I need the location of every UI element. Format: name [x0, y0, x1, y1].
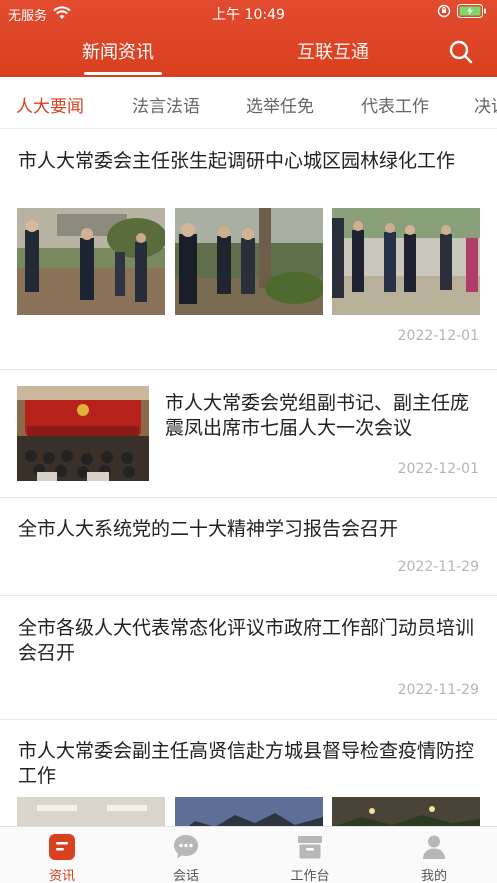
news-photo[interactable]	[17, 797, 165, 826]
active-tab-indicator	[84, 72, 162, 75]
news-date: 2022-12-01	[397, 328, 479, 344]
news-photo[interactable]	[332, 208, 480, 315]
battery-icon	[457, 4, 487, 22]
divider	[0, 369, 497, 370]
category-tab-law[interactable]: 法言法语	[132, 92, 200, 117]
orientation-lock-icon	[437, 4, 451, 22]
bottom-tab-label: 资讯	[48, 869, 75, 883]
divider	[0, 719, 497, 720]
news-title[interactable]: 市人大常委会主任张生起调研中心城区园林绿化工作	[18, 149, 480, 174]
news-feed[interactable]: 市人大常委会主任张生起调研中心城区园林绿化工作 2022-12-01 市人大常委…	[0, 129, 497, 826]
category-tab-deputy[interactable]: 代表工作	[361, 92, 429, 117]
news-photo[interactable]	[17, 208, 165, 315]
news-photo[interactable]	[332, 797, 480, 826]
news-date: 2022-11-29	[397, 682, 479, 698]
news-title[interactable]: 全市人大系统党的二十大精神学习报告会召开	[18, 517, 480, 542]
workbench-icon	[296, 833, 324, 861]
bottom-tab-profile[interactable]: 我的	[372, 831, 496, 883]
app-header: 无服务 上午 10:49 新闻资讯 互联互通	[0, 0, 497, 77]
news-date: 2022-12-01	[397, 461, 479, 477]
news-title[interactable]: 市人大常委会副主任高贤信赴方城县督导检查疫情防控工作	[18, 739, 480, 789]
tab-news[interactable]: 新闻资讯	[82, 38, 154, 64]
news-photo[interactable]	[175, 797, 323, 826]
divider	[0, 595, 497, 596]
status-bar: 无服务 上午 10:49	[0, 0, 497, 26]
bottom-tab-label: 工作台	[290, 869, 330, 883]
category-tab-resolution[interactable]: 决议	[474, 92, 497, 117]
category-tab-news[interactable]: 人大要闻	[16, 92, 84, 117]
bottom-tab-news[interactable]: 资讯	[0, 831, 124, 883]
status-time: 上午 10:49	[212, 7, 285, 23]
news-date: 2022-11-29	[397, 559, 479, 575]
news-photo[interactable]	[17, 386, 149, 481]
bottom-tab-label: 我的	[420, 869, 447, 883]
search-icon	[449, 40, 473, 64]
tab-interconnect[interactable]: 互联互通	[297, 38, 369, 64]
category-tab-election[interactable]: 选举任免	[246, 92, 314, 117]
top-nav: 新闻资讯 互联互通	[0, 30, 497, 77]
bottom-tab-workbench[interactable]: 工作台	[248, 831, 372, 883]
news-title[interactable]: 市人大常委会党组副书记、副主任庞震凤出席市七届人大一次会议	[165, 391, 477, 441]
news-title[interactable]: 全市各级人大代表常态化评议市政府工作部门动员培训会召开	[18, 616, 484, 666]
chat-icon	[172, 833, 200, 861]
bottom-tab-chat[interactable]: 会话	[124, 831, 248, 883]
category-tabs: 人大要闻 法言法语 选举任免 代表工作 决议	[0, 77, 497, 129]
news-icon	[48, 833, 76, 861]
bottom-tab-label: 会话	[172, 869, 199, 883]
news-photo[interactable]	[175, 208, 323, 315]
divider	[0, 497, 497, 498]
profile-icon	[420, 833, 448, 861]
search-button[interactable]	[447, 38, 475, 66]
bottom-tab-bar: 资讯 会话 工作台 我的	[0, 826, 497, 883]
